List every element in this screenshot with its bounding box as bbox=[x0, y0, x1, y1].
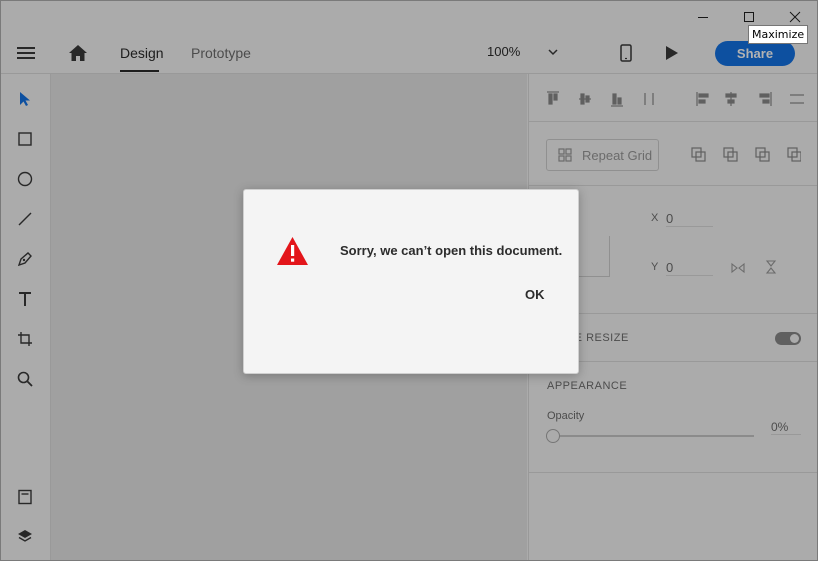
app-window: Design Prototype 100% Share Repeat Grid … bbox=[0, 0, 818, 561]
warning-icon bbox=[277, 237, 308, 265]
ok-button[interactable]: OK bbox=[525, 287, 545, 302]
error-message: Sorry, we can’t open this document. bbox=[340, 243, 563, 258]
error-dialog: Sorry, we can’t open this document. OK bbox=[243, 189, 579, 374]
maximize-tooltip: Maximize bbox=[748, 25, 809, 44]
